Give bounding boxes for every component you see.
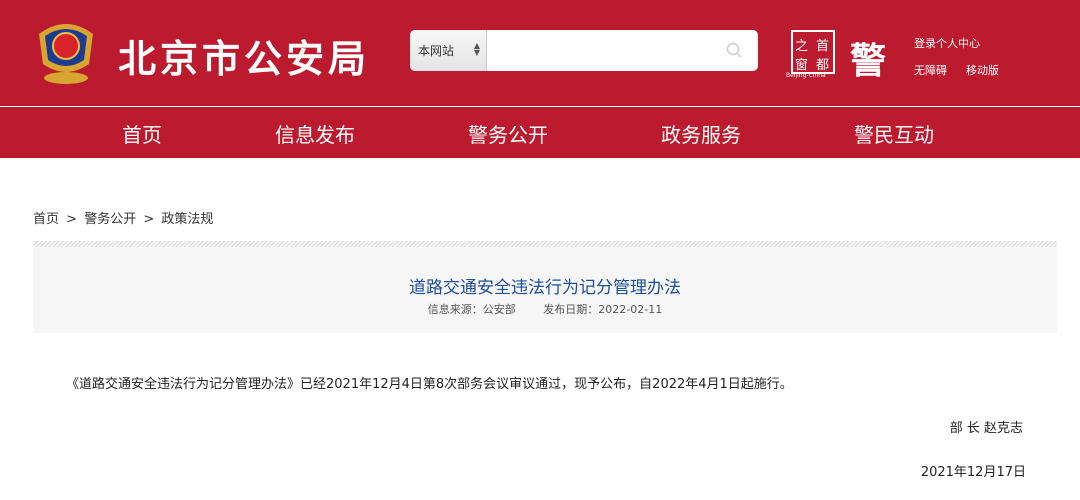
article-signature: 部 长 赵克志 (949, 421, 1023, 436)
breadcrumb-separator: > (66, 212, 78, 227)
select-arrows-icon: ▲ ▼ (473, 41, 480, 57)
logo-char: 窗 (795, 58, 809, 73)
nav-info[interactable]: 信息发布 (275, 119, 355, 148)
main-nav: 首页 信息发布 警务公开 政务服务 警民互动 (0, 107, 1080, 158)
police-emblem-icon (39, 24, 93, 84)
logo-subtitle: Beijing-China (786, 72, 826, 79)
site-title: 北京市公安局 (118, 37, 371, 81)
article-sign-date: 2021年12月17日 (920, 465, 1026, 480)
search-icon[interactable] (726, 42, 742, 58)
article-source: 信息来源：公安部 (427, 303, 516, 316)
mobile-link[interactable]: 移动版 (966, 62, 999, 78)
nav-interaction[interactable]: 警民互动 (854, 119, 934, 148)
nav-police-affairs[interactable]: 警务公开 (468, 119, 548, 148)
police-logo[interactable]: 警 (850, 32, 886, 84)
accessibility-link[interactable]: 无障碍 (914, 62, 947, 78)
login-link[interactable]: 登录个人中心 (914, 35, 980, 51)
capital-window-logo[interactable]: 之 首 窗 都 (791, 30, 835, 74)
search-bar: 本网站 ▲ ▼ (410, 30, 758, 71)
search-scope-value: 本网站 (418, 44, 455, 58)
article-date: 发布日期：2022-02-11 (543, 303, 663, 316)
nav-home[interactable]: 首页 (122, 119, 162, 148)
nav-gov-services[interactable]: 政务服务 (661, 119, 741, 148)
site-header: 北京市公安局 本网站 ▲ ▼ 之 首 窗 都 Beijing-China 警 登录… (0, 0, 1080, 106)
logo-char: 之 (795, 39, 809, 54)
breadcrumb-home[interactable]: 首页 (33, 212, 59, 227)
breadcrumb-policy[interactable]: 政策法规 (161, 212, 213, 227)
search-input[interactable] (490, 30, 720, 71)
article-header: 道路交通安全违法行为记分管理办法 信息来源：公安部 发布日期：2022-02-1… (33, 241, 1057, 333)
article-body: 《道路交通安全违法行为记分管理办法》已经2021年12月4日第8次部务会议审议通… (66, 377, 793, 392)
logo-char: 首 (816, 39, 830, 54)
breadcrumb: 首页 > 警务公开 > 政策法规 (33, 208, 216, 227)
article-title: 道路交通安全违法行为记分管理办法 (409, 278, 681, 298)
article-meta: 信息来源：公安部 发布日期：2022-02-11 (33, 301, 1057, 317)
breadcrumb-police-affairs[interactable]: 警务公开 (84, 212, 136, 227)
breadcrumb-separator: > (143, 212, 155, 227)
logo-char: 都 (816, 58, 830, 73)
search-scope-select[interactable]: 本网站 ▲ ▼ (410, 30, 487, 71)
